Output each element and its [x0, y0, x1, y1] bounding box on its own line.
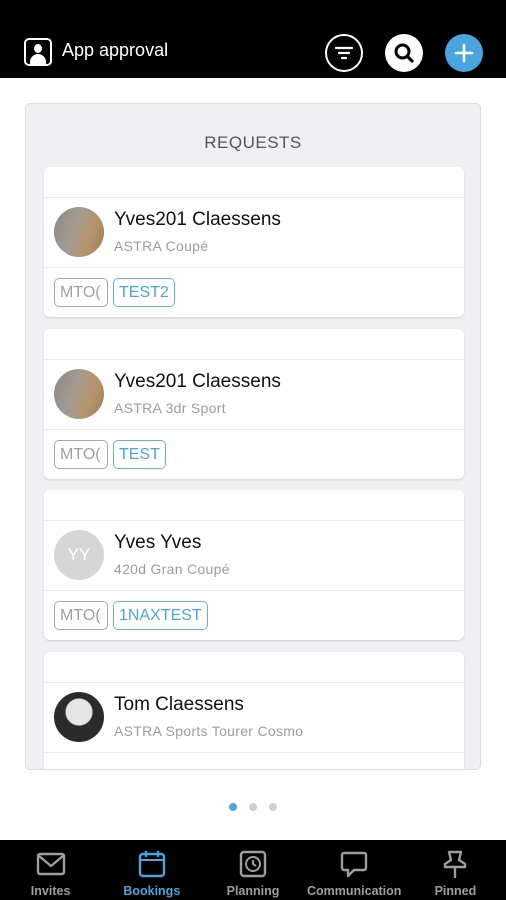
request-card[interactable]: YY Yves Yves 420d Gran Coupé MTO( 1NAXTE…: [44, 490, 464, 640]
top-bar: App approval: [0, 0, 506, 78]
nav-communication[interactable]: Communication: [304, 840, 405, 900]
app-title: App approval: [62, 40, 169, 60]
nav-planning[interactable]: Planning: [202, 840, 303, 900]
avatar: [54, 692, 104, 742]
filter-icon: [334, 46, 354, 60]
request-name: Tom Claessens: [114, 694, 244, 715]
nav-invites[interactable]: Invites: [0, 840, 101, 900]
request-vehicle: ASTRA Sports Tourer Cosmo: [114, 723, 304, 739]
page-dot[interactable]: [269, 803, 277, 811]
requests-panel[interactable]: REQUESTS Yves201 Claessens ASTRA Coupé M…: [25, 103, 481, 770]
clock-calendar-icon: [239, 850, 267, 878]
bottom-nav: Invites Bookings Planning Communication …: [0, 840, 506, 900]
contact-card-icon: [24, 38, 52, 66]
nav-bookings[interactable]: Bookings: [101, 840, 202, 900]
page-dot[interactable]: [249, 803, 257, 811]
nav-label: Planning: [226, 884, 280, 898]
request-card[interactable]: Tom Claessens ASTRA Sports Tourer Cosmo: [44, 652, 464, 769]
avatar: [54, 207, 104, 257]
tag-grey: MTO(: [54, 278, 108, 307]
tag-blue: TEST2: [113, 278, 175, 307]
tag-grey: MTO(: [54, 440, 108, 469]
nav-pinned[interactable]: Pinned: [405, 840, 506, 900]
tag-blue: 1NAXTEST: [113, 601, 208, 630]
request-name: Yves201 Claessens: [114, 371, 281, 392]
request-vehicle: 420d Gran Coupé: [114, 561, 230, 577]
request-name: Yves201 Claessens: [114, 209, 281, 230]
search-button[interactable]: [385, 34, 423, 72]
add-icon: [454, 43, 474, 63]
nav-label: Bookings: [123, 884, 181, 898]
request-card[interactable]: Yves201 Claessens ASTRA 3dr Sport MTO( T…: [44, 329, 464, 479]
panel-title: REQUESTS: [204, 133, 302, 152]
nav-label: Invites: [30, 884, 71, 898]
avatar: YY: [54, 530, 104, 580]
add-button[interactable]: [445, 34, 483, 72]
request-vehicle: ASTRA 3dr Sport: [114, 400, 226, 416]
calendar-icon: [138, 851, 165, 878]
search-icon: [394, 43, 414, 63]
mail-icon: [36, 852, 65, 876]
request-card[interactable]: Yves201 Claessens ASTRA Coupé MTO( TEST2: [44, 167, 464, 317]
pin-icon: [444, 850, 467, 879]
tag-grey: MTO(: [54, 601, 108, 630]
tag-blue: TEST: [113, 440, 166, 469]
page-dot-active[interactable]: [229, 803, 237, 811]
request-vehicle: ASTRA Coupé: [114, 238, 209, 254]
avatar: [54, 369, 104, 419]
nav-label: Pinned: [434, 884, 477, 898]
filter-button[interactable]: [325, 34, 363, 72]
page-indicator: [0, 803, 506, 811]
nav-label: Communication: [306, 884, 402, 898]
chat-bubble-icon: [341, 851, 368, 878]
request-name: Yves Yves: [114, 532, 202, 553]
